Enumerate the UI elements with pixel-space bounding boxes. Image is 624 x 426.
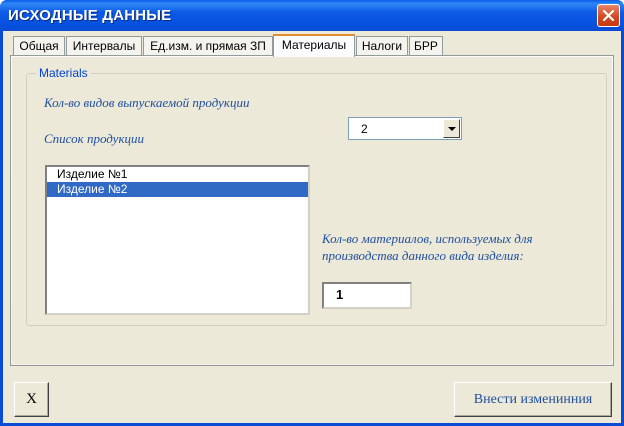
product-count-value: 2: [361, 122, 368, 136]
apply-changes-button[interactable]: Внести изменинния: [454, 382, 612, 417]
title-bar[interactable]: ИСХОДНЫЕ ДАННЫЕ: [0, 0, 624, 31]
tab-general[interactable]: Общая: [13, 36, 65, 56]
dialog-client-area: Общая Интервалы Ед.изм. и прямая ЗП Мате…: [3, 31, 621, 423]
window-close-button[interactable]: [597, 4, 620, 27]
tab-units-and-wages[interactable]: Ед.изм. и прямая ЗП: [143, 36, 273, 56]
product-count-label: Кол-во видов выпускаемой продукции: [44, 95, 250, 110]
tab-intervals[interactable]: Интервалы: [66, 36, 142, 56]
tab-materials[interactable]: Материалы: [273, 34, 355, 57]
materials-count-label-line2: производства данного вида изделия:: [322, 248, 524, 263]
materials-count-input[interactable]: 1: [322, 282, 412, 309]
list-item[interactable]: Изделие №1: [47, 167, 308, 182]
tab-taxes[interactable]: Налоги: [356, 36, 408, 56]
materials-tab-panel: Materials Кол-во видов выпускаемой проду…: [10, 55, 614, 366]
list-item[interactable]: Изделие №2: [47, 182, 308, 197]
product-list-label: Список продукции: [44, 131, 145, 146]
materials-frame-caption: Materials: [36, 67, 91, 79]
tab-brr[interactable]: БРР: [409, 36, 443, 56]
close-icon: [602, 9, 615, 22]
close-button[interactable]: X: [14, 382, 49, 417]
product-listbox[interactable]: Изделие №1 Изделие №2: [45, 165, 310, 315]
dialog-window: ИСХОДНЫЕ ДАННЫЕ Общая Интервалы Ед.изм. …: [0, 0, 624, 426]
panel-background: Materials Кол-во видов выпускаемой проду…: [12, 57, 612, 364]
materials-count-label-line1: Кол-во материалов, используемых для: [322, 231, 533, 246]
product-count-combobox[interactable]: 2: [348, 117, 462, 140]
chevron-down-icon[interactable]: [443, 119, 460, 138]
window-title: ИСХОДНЫЕ ДАННЫЕ: [8, 7, 172, 24]
